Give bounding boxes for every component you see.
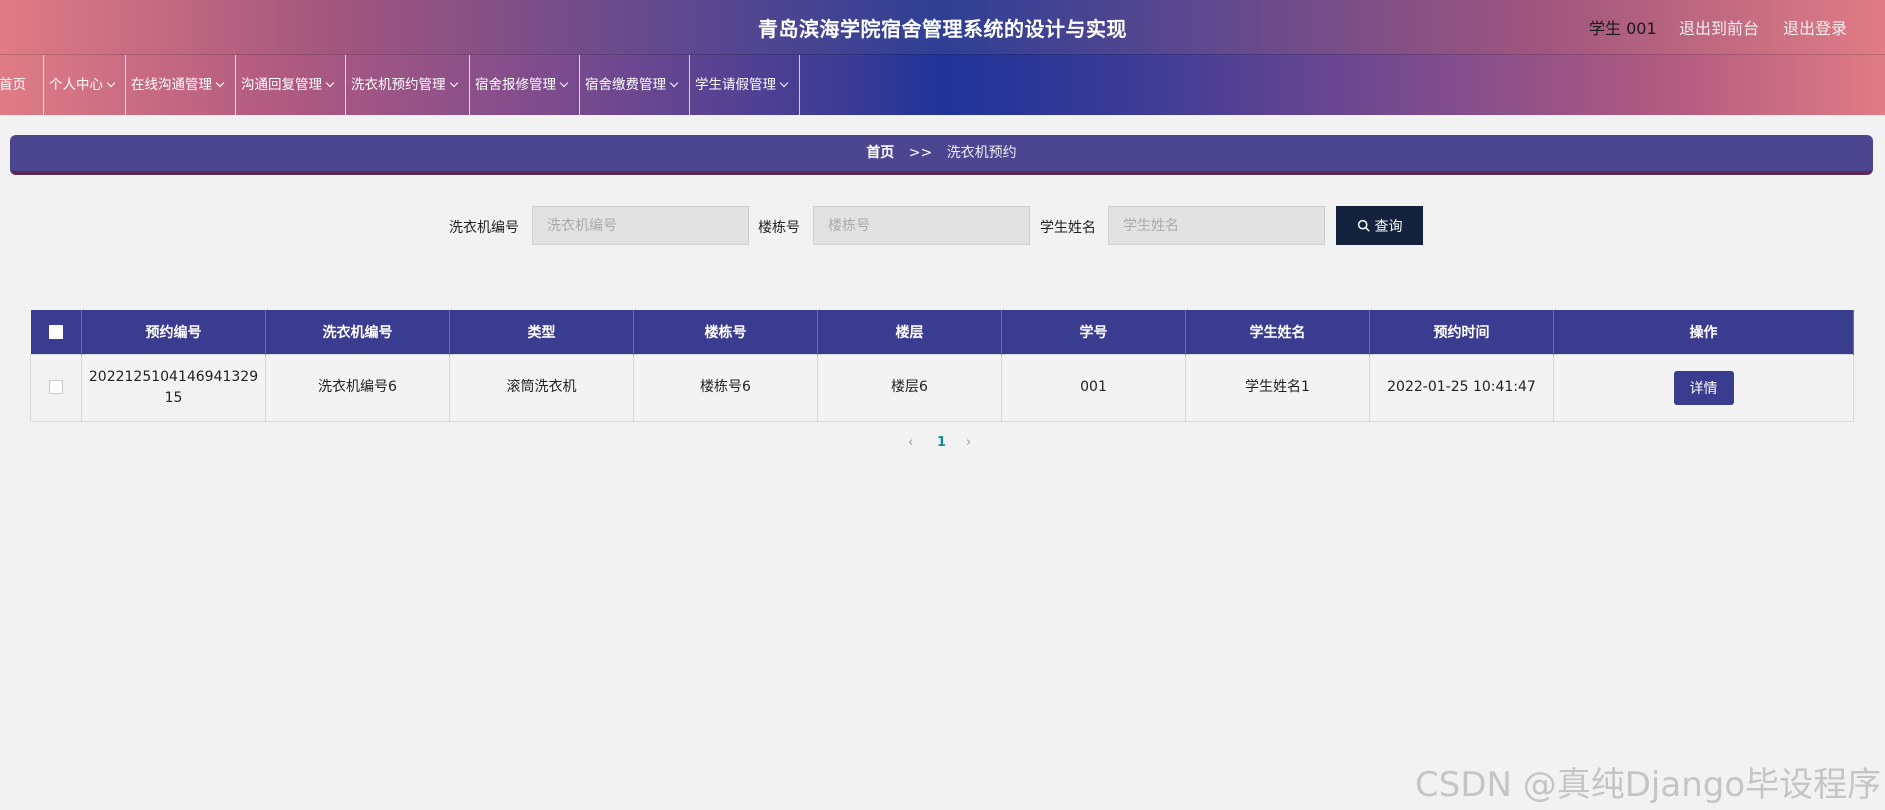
watermark: CSDN @真纯Django毕设程序 (1415, 765, 1882, 805)
search-button[interactable]: 查询 (1336, 206, 1423, 245)
washer-id-label: 洗衣机编号 (449, 220, 519, 236)
column-header: 楼栋号 (633, 310, 818, 354)
main-nav: 首页 个人中心 在线沟通管理 沟通回复管理 洗衣机预约管理 宿舍报修管理 宿舍缴… (0, 54, 1885, 116)
breadcrumb: 首页 >> 洗衣机预约 (10, 135, 1873, 175)
nav-item-home[interactable]: 首页 (0, 55, 44, 116)
nav-item-profile[interactable]: 个人中心 (44, 55, 126, 116)
column-header: 学生姓名 (1185, 310, 1370, 354)
pagination: ‹ 1 › (0, 435, 1885, 455)
chevron-down-icon (669, 78, 679, 88)
column-header: 学号 (1001, 310, 1186, 354)
nav-item-label: 沟通回复管理 (241, 77, 322, 93)
table-row: 2022125104146941329 15 洗衣机编号6 滚筒洗衣机 楼栋号6… (30, 353, 1854, 422)
chevron-down-icon (215, 78, 225, 88)
current-user: 学生 001 (1589, 19, 1657, 38)
chevron-down-icon (325, 78, 335, 88)
floor-cell: 楼层6 (817, 353, 1002, 422)
select-all-checkbox[interactable] (48, 324, 63, 339)
nav-item-label: 学生请假管理 (695, 77, 776, 93)
washer-id-input[interactable] (532, 206, 749, 245)
building-input[interactable] (813, 206, 1030, 245)
chevron-down-icon (779, 78, 789, 88)
student-name-cell: 学生姓名1 (1185, 353, 1370, 422)
column-header: 楼层 (817, 310, 1002, 354)
booking-table: 预约编号 洗衣机编号 类型 楼栋号 楼层 学号 学生姓名 预约时间 操作 202… (30, 310, 1854, 422)
exit-to-front-link[interactable]: 退出到前台 (1679, 15, 1759, 39)
chevron-down-icon (559, 78, 569, 88)
nav-item-label: 在线沟通管理 (131, 77, 212, 93)
detail-button[interactable]: 详情 (1673, 370, 1734, 405)
select-all-cell[interactable] (30, 310, 82, 354)
chevron-down-icon (106, 78, 116, 88)
search-icon (1357, 219, 1370, 232)
booking-id-cell: 2022125104146941329 15 (81, 353, 266, 422)
type-cell: 滚筒洗衣机 (449, 353, 634, 422)
booking-time-cell: 2022-01-25 10:41:47 (1369, 353, 1554, 422)
washer-id-cell: 洗衣机编号6 (265, 353, 450, 422)
table-header-row: 预约编号 洗衣机编号 类型 楼栋号 楼层 学号 学生姓名 预约时间 操作 (30, 310, 1854, 354)
breadcrumb-separator: >> (908, 145, 933, 161)
nav-item-label: 首页 (0, 77, 26, 93)
prev-page-button[interactable]: ‹ (908, 435, 913, 450)
student-name-input[interactable] (1108, 206, 1325, 245)
search-button-label: 查询 (1374, 218, 1403, 235)
column-header: 预约时间 (1369, 310, 1554, 354)
column-header: 预约编号 (81, 310, 266, 354)
row-select-cell[interactable] (30, 353, 82, 422)
chevron-down-icon (449, 78, 458, 88)
nav-item-label: 个人中心 (49, 77, 103, 93)
logout-link[interactable]: 退出登录 (1783, 15, 1847, 39)
breadcrumb-current: 洗衣机预约 (946, 145, 1017, 161)
nav-item-label: 宿舍缴费管理 (585, 77, 666, 93)
student-no-cell: 001 (1001, 353, 1186, 422)
building-label: 楼栋号 (758, 220, 800, 236)
building-cell: 楼栋号6 (633, 353, 818, 422)
nav-item-repair[interactable]: 宿舍报修管理 (470, 55, 580, 116)
nav-item-online-chat[interactable]: 在线沟通管理 (126, 55, 236, 116)
column-header: 操作 (1553, 310, 1854, 354)
row-checkbox[interactable] (49, 380, 63, 394)
nav-item-washer-booking[interactable]: 洗衣机预约管理 (346, 55, 470, 116)
nav-item-label: 洗衣机预约管理 (351, 77, 446, 93)
column-header: 类型 (449, 310, 634, 354)
breadcrumb-home[interactable]: 首页 (866, 145, 894, 161)
nav-item-reply[interactable]: 沟通回复管理 (236, 55, 346, 116)
column-header: 洗衣机编号 (265, 310, 450, 354)
nav-item-leave[interactable]: 学生请假管理 (690, 55, 800, 116)
student-name-label: 学生姓名 (1040, 220, 1096, 236)
next-page-button[interactable]: › (966, 435, 971, 450)
top-header: 青岛滨海学院宿舍管理系统的设计与实现 学生 001 退出到前台 退出登录 (0, 0, 1885, 54)
action-cell: 详情 (1553, 353, 1854, 422)
page-number-1[interactable]: 1 (937, 435, 946, 450)
nav-item-label: 宿舍报修管理 (475, 77, 556, 93)
nav-item-fees[interactable]: 宿舍缴费管理 (580, 55, 690, 116)
